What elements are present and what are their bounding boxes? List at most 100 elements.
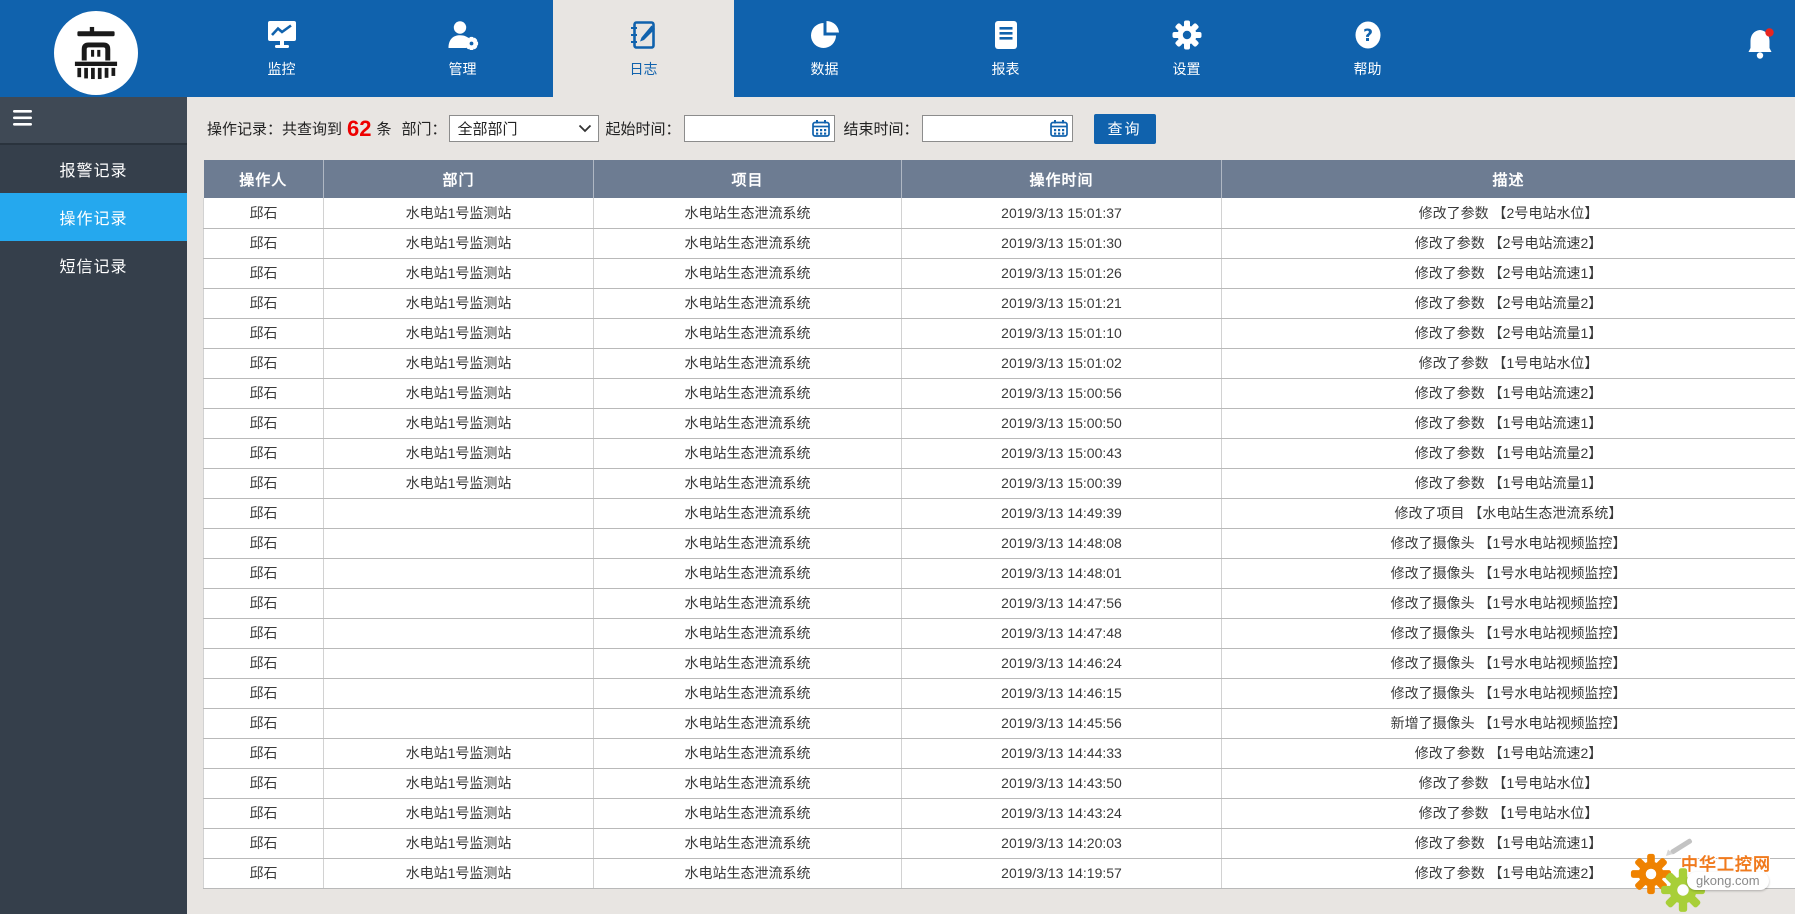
table-row: 邱石 水电站生态泄流系统 2019/3/13 14:45:56 新增了摄像头 【1号水… [203, 708, 1795, 739]
notification-bell-button[interactable] [1744, 27, 1778, 66]
table-cell: 水电站1号监测站 [323, 258, 594, 289]
table-cell: 2019/3/13 15:00:39 [901, 468, 1222, 499]
table-cell: 邱石 [203, 348, 324, 379]
table-cell: 水电站生态泄流系统 [593, 858, 902, 889]
table-cell: 邱石 [203, 798, 324, 829]
table-row: 邱石 水电站1号监测站 水电站生态泄流系统 2019/3/13 15:01:26 修改了… [203, 258, 1795, 289]
table-row: 邱石 水电站1号监测站 水电站生态泄流系统 2019/3/13 14:43:50 修改了… [203, 768, 1795, 799]
table-cell: 2019/3/13 15:01:10 [901, 318, 1222, 349]
table-row: 邱石 水电站1号监测站 水电站生态泄流系统 2019/3/13 15:01:10 修改了… [203, 318, 1795, 349]
table-cell: 水电站生态泄流系统 [593, 828, 902, 859]
help-icon: ? [1354, 19, 1382, 51]
table-cell: 邱石 [203, 468, 324, 499]
log-notebook-icon [629, 19, 659, 51]
table-cell [323, 618, 594, 649]
table-cell: 邱石 [203, 768, 324, 799]
table-cell: 水电站1号监测站 [323, 318, 594, 349]
table-cell: 邱石 [203, 228, 324, 259]
table-cell: 水电站生态泄流系统 [593, 678, 902, 709]
table-row: 邱石 水电站1号监测站 水电站生态泄流系统 2019/3/13 14:20:03 修改了… [203, 828, 1795, 859]
table-cell: 水电站1号监测站 [323, 468, 594, 499]
nav-tabs: 监控 管理 日志 数据 报表 设置 ? 帮助 [191, 0, 1458, 97]
table-cell: 2019/3/13 14:46:24 [901, 648, 1222, 679]
nav-tab-label: 设置 [1172, 60, 1201, 77]
table-cell: 水电站1号监测站 [323, 288, 594, 319]
table-cell: 邱石 [203, 498, 324, 529]
table-cell [323, 588, 594, 619]
table-cell: 2019/3/13 14:49:39 [901, 498, 1222, 529]
nav-tab-管理[interactable]: 管理 [372, 0, 553, 97]
nav-tab-监控[interactable]: 监控 [191, 0, 372, 97]
column-header-操作人: 操作人 [203, 160, 324, 198]
report-document-icon [993, 19, 1019, 51]
sidebar-collapse-button[interactable] [0, 97, 187, 145]
table-cell: 修改了参数 【1号电站流速2】 [1221, 738, 1795, 769]
table-cell: 水电站生态泄流系统 [593, 198, 902, 229]
table-cell: 水电站1号监测站 [323, 858, 594, 889]
app-window: 监控 管理 日志 数据 报表 设置 ? 帮助 报警记录 操作记录 短信记录 操作记… [0, 0, 1795, 914]
table-cell: 修改了摄像头 【1号水电站视频监控】 [1221, 648, 1795, 679]
table-cell: 邱石 [203, 648, 324, 679]
department-label: 部门： [401, 121, 447, 138]
table-cell [323, 528, 594, 559]
table-cell: 水电站生态泄流系统 [593, 798, 902, 829]
sidebar-item-短信记录[interactable]: 短信记录 [0, 241, 187, 289]
pie-chart-icon [809, 19, 841, 51]
nav-tab-报表[interactable]: 报表 [915, 0, 1096, 97]
table-cell: 2019/3/13 14:47:56 [901, 588, 1222, 619]
hydropower-logo-icon [74, 26, 117, 79]
table-cell: 邱石 [203, 588, 324, 619]
nav-tab-label: 日志 [629, 60, 658, 77]
table-cell: 修改了项目 【水电站生态泄流系统】 [1221, 498, 1795, 529]
nav-tab-数据[interactable]: 数据 [734, 0, 915, 97]
start-calendar-icon[interactable] [811, 120, 830, 137]
table-cell: 2019/3/13 14:46:15 [901, 678, 1222, 709]
sidebar-item-报警记录[interactable]: 报警记录 [0, 145, 187, 193]
table-row: 邱石 水电站1号监测站 水电站生态泄流系统 2019/3/13 14:44:33 修改了… [203, 738, 1795, 769]
table-row: 邱石 水电站1号监测站 水电站生态泄流系统 2019/3/13 15:00:56 修改了… [203, 378, 1795, 409]
nav-tab-日志[interactable]: 日志 [553, 0, 734, 97]
table-cell: 水电站生态泄流系统 [593, 228, 902, 259]
company-logo [53, 10, 138, 95]
main-content: 操作记录：共查询到 62 条 部门： 全部部门 起始时间： 结束时间： 查询 操… [187, 97, 1795, 914]
table-row: 邱石 水电站1号监测站 水电站生态泄流系统 2019/3/13 14:43:24 修改了… [203, 798, 1795, 829]
table-cell: 水电站生态泄流系统 [593, 618, 902, 649]
table-row: 邱石 水电站生态泄流系统 2019/3/13 14:47:56 修改了摄像头 【1号水… [203, 588, 1795, 619]
table-cell: 邱石 [203, 738, 324, 769]
table-cell: 修改了摄像头 【1号水电站视频监控】 [1221, 558, 1795, 589]
sidebar-item-操作记录[interactable]: 操作记录 [0, 193, 187, 241]
table-cell: 修改了参数 【1号电站水位】 [1221, 798, 1795, 829]
table-cell: 水电站生态泄流系统 [593, 438, 902, 469]
table-cell: 邱石 [203, 708, 324, 739]
nav-tab-label: 数据 [810, 60, 839, 77]
table-row: 邱石 水电站1号监测站 水电站生态泄流系统 2019/3/13 14:19:57 修改了… [203, 858, 1795, 889]
table-cell: 修改了参数 【1号电站水位】 [1221, 768, 1795, 799]
table-cell [323, 498, 594, 529]
department-select[interactable]: 全部部门 [448, 115, 599, 142]
table-cell: 2019/3/13 14:45:56 [901, 708, 1222, 739]
end-calendar-icon[interactable] [1049, 120, 1068, 137]
svg-text:?: ? [1363, 26, 1373, 46]
table-cell: 2019/3/13 14:43:24 [901, 798, 1222, 829]
table-cell: 修改了摄像头 【1号水电站视频监控】 [1221, 678, 1795, 709]
table-cell: 2019/3/13 15:00:56 [901, 378, 1222, 409]
start-time-field-wrap [683, 115, 835, 142]
table-cell: 邱石 [203, 258, 324, 289]
table-cell: 2019/3/13 15:01:37 [901, 198, 1222, 229]
nav-tab-设置[interactable]: 设置 [1096, 0, 1277, 97]
table-cell: 修改了参数 【1号电站流量1】 [1221, 468, 1795, 499]
table-cell: 水电站1号监测站 [323, 768, 594, 799]
operation-log-table: 操作人 部门 项目 操作时间 描述 邱石 水电站1号监测站 水电站生态泄流系统 2019/3/… [203, 160, 1795, 889]
table-cell: 水电站1号监测站 [323, 438, 594, 469]
table-cell: 2019/3/13 15:01:02 [901, 348, 1222, 379]
query-button[interactable]: 查询 [1093, 113, 1156, 144]
table-cell: 邱石 [203, 438, 324, 469]
table-cell: 水电站生态泄流系统 [593, 288, 902, 319]
nav-tab-帮助[interactable]: ? 帮助 [1277, 0, 1458, 97]
table-cell: 水电站1号监测站 [323, 348, 594, 379]
table-cell: 水电站生态泄流系统 [593, 318, 902, 349]
table-row: 邱石 水电站1号监测站 水电站生态泄流系统 2019/3/13 15:01:30 修改了… [203, 228, 1795, 259]
column-header-描述: 描述 [1221, 160, 1795, 198]
records-count: 62 [347, 115, 372, 141]
table-row: 邱石 水电站1号监测站 水电站生态泄流系统 2019/3/13 15:01:21 修改了… [203, 288, 1795, 319]
